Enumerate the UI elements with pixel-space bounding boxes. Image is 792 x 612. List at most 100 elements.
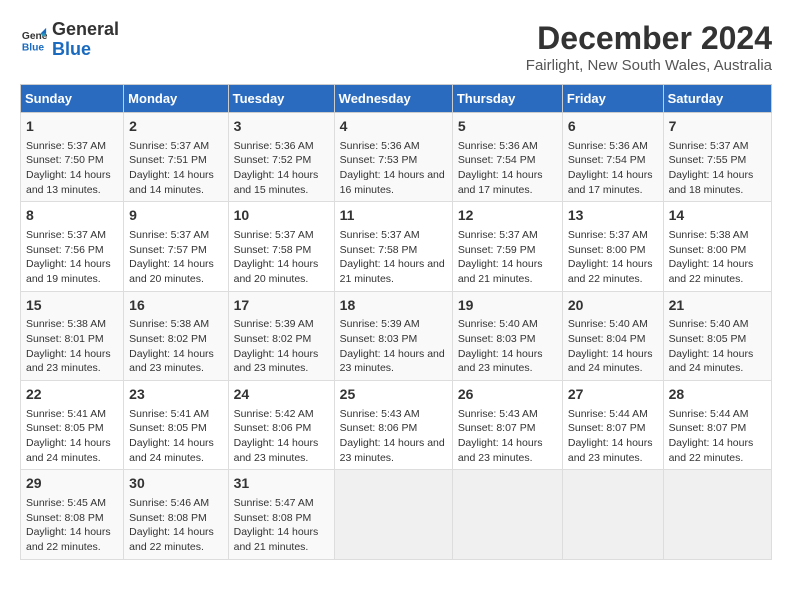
sunrise-info: Sunrise: 5:36 AM xyxy=(340,139,447,154)
sunset-info: Sunset: 8:05 PM xyxy=(26,421,118,436)
sunrise-info: Sunrise: 5:43 AM xyxy=(458,407,557,422)
day-number: 31 xyxy=(234,474,329,494)
daylight-info: Daylight: 14 hours and 24 minutes. xyxy=(669,347,766,376)
table-row xyxy=(562,470,663,559)
table-row: 12Sunrise: 5:37 AMSunset: 7:59 PMDayligh… xyxy=(452,202,562,291)
col-saturday: Saturday xyxy=(663,85,771,113)
sunrise-info: Sunrise: 5:43 AM xyxy=(340,407,447,422)
sunset-info: Sunset: 8:00 PM xyxy=(669,243,766,258)
day-number: 8 xyxy=(26,206,118,226)
day-number: 11 xyxy=(340,206,447,226)
table-row: 27Sunrise: 5:44 AMSunset: 8:07 PMDayligh… xyxy=(562,381,663,470)
table-row: 14Sunrise: 5:38 AMSunset: 8:00 PMDayligh… xyxy=(663,202,771,291)
sunrise-info: Sunrise: 5:41 AM xyxy=(129,407,222,422)
day-number: 16 xyxy=(129,296,222,316)
sunset-info: Sunset: 8:00 PM xyxy=(568,243,658,258)
daylight-info: Daylight: 14 hours and 24 minutes. xyxy=(26,436,118,465)
daylight-info: Daylight: 14 hours and 18 minutes. xyxy=(669,168,766,197)
day-number: 1 xyxy=(26,117,118,137)
calendar-table: Sunday Monday Tuesday Wednesday Thursday… xyxy=(20,84,772,560)
sunrise-info: Sunrise: 5:37 AM xyxy=(669,139,766,154)
sunset-info: Sunset: 7:52 PM xyxy=(234,153,329,168)
daylight-info: Daylight: 14 hours and 22 minutes. xyxy=(129,525,222,554)
sunrise-info: Sunrise: 5:39 AM xyxy=(234,317,329,332)
day-number: 30 xyxy=(129,474,222,494)
daylight-info: Daylight: 14 hours and 23 minutes. xyxy=(458,436,557,465)
day-number: 23 xyxy=(129,385,222,405)
sunset-info: Sunset: 8:03 PM xyxy=(340,332,447,347)
daylight-info: Daylight: 14 hours and 22 minutes. xyxy=(669,436,766,465)
sunset-info: Sunset: 7:54 PM xyxy=(458,153,557,168)
sunrise-info: Sunrise: 5:38 AM xyxy=(669,228,766,243)
table-row: 5Sunrise: 5:36 AMSunset: 7:54 PMDaylight… xyxy=(452,113,562,202)
sunrise-info: Sunrise: 5:44 AM xyxy=(568,407,658,422)
sunrise-info: Sunrise: 5:37 AM xyxy=(129,228,222,243)
day-number: 2 xyxy=(129,117,222,137)
sunrise-info: Sunrise: 5:47 AM xyxy=(234,496,329,511)
col-tuesday: Tuesday xyxy=(228,85,334,113)
logo: General Blue General Blue xyxy=(20,20,119,60)
col-sunday: Sunday xyxy=(21,85,124,113)
calendar-row: 29Sunrise: 5:45 AMSunset: 8:08 PMDayligh… xyxy=(21,470,772,559)
daylight-info: Daylight: 14 hours and 22 minutes. xyxy=(568,257,658,286)
sunrise-info: Sunrise: 5:36 AM xyxy=(234,139,329,154)
sunset-info: Sunset: 8:08 PM xyxy=(26,511,118,526)
day-number: 18 xyxy=(340,296,447,316)
daylight-info: Daylight: 14 hours and 22 minutes. xyxy=(26,525,118,554)
daylight-info: Daylight: 14 hours and 21 minutes. xyxy=(340,257,447,286)
daylight-info: Daylight: 14 hours and 24 minutes. xyxy=(568,347,658,376)
calendar-row: 15Sunrise: 5:38 AMSunset: 8:01 PMDayligh… xyxy=(21,291,772,380)
sunrise-info: Sunrise: 5:46 AM xyxy=(129,496,222,511)
table-row: 6Sunrise: 5:36 AMSunset: 7:54 PMDaylight… xyxy=(562,113,663,202)
table-row: 16Sunrise: 5:38 AMSunset: 8:02 PMDayligh… xyxy=(124,291,228,380)
sunrise-info: Sunrise: 5:40 AM xyxy=(458,317,557,332)
daylight-info: Daylight: 14 hours and 23 minutes. xyxy=(26,347,118,376)
sunset-info: Sunset: 7:55 PM xyxy=(669,153,766,168)
subtitle: Fairlight, New South Wales, Australia xyxy=(526,57,772,74)
calendar-row: 1Sunrise: 5:37 AMSunset: 7:50 PMDaylight… xyxy=(21,113,772,202)
sunrise-info: Sunrise: 5:41 AM xyxy=(26,407,118,422)
col-thursday: Thursday xyxy=(452,85,562,113)
day-number: 26 xyxy=(458,385,557,405)
sunset-info: Sunset: 8:03 PM xyxy=(458,332,557,347)
table-row: 9Sunrise: 5:37 AMSunset: 7:57 PMDaylight… xyxy=(124,202,228,291)
sunset-info: Sunset: 8:05 PM xyxy=(669,332,766,347)
daylight-info: Daylight: 14 hours and 22 minutes. xyxy=(669,257,766,286)
sunset-info: Sunset: 7:50 PM xyxy=(26,153,118,168)
sunrise-info: Sunrise: 5:36 AM xyxy=(458,139,557,154)
title-area: December 2024 Fairlight, New South Wales… xyxy=(526,20,772,74)
sunset-info: Sunset: 8:05 PM xyxy=(129,421,222,436)
table-row xyxy=(452,470,562,559)
day-number: 28 xyxy=(669,385,766,405)
daylight-info: Daylight: 14 hours and 23 minutes. xyxy=(458,347,557,376)
header-row: Sunday Monday Tuesday Wednesday Thursday… xyxy=(21,85,772,113)
sunrise-info: Sunrise: 5:42 AM xyxy=(234,407,329,422)
table-row: 3Sunrise: 5:36 AMSunset: 7:52 PMDaylight… xyxy=(228,113,334,202)
day-number: 7 xyxy=(669,117,766,137)
daylight-info: Daylight: 14 hours and 23 minutes. xyxy=(234,347,329,376)
table-row xyxy=(663,470,771,559)
table-row: 2Sunrise: 5:37 AMSunset: 7:51 PMDaylight… xyxy=(124,113,228,202)
table-row: 31Sunrise: 5:47 AMSunset: 8:08 PMDayligh… xyxy=(228,470,334,559)
table-row: 15Sunrise: 5:38 AMSunset: 8:01 PMDayligh… xyxy=(21,291,124,380)
daylight-info: Daylight: 14 hours and 13 minutes. xyxy=(26,168,118,197)
sunrise-info: Sunrise: 5:37 AM xyxy=(234,228,329,243)
table-row: 28Sunrise: 5:44 AMSunset: 8:07 PMDayligh… xyxy=(663,381,771,470)
sunset-info: Sunset: 8:08 PM xyxy=(234,511,329,526)
table-row: 20Sunrise: 5:40 AMSunset: 8:04 PMDayligh… xyxy=(562,291,663,380)
calendar-row: 22Sunrise: 5:41 AMSunset: 8:05 PMDayligh… xyxy=(21,381,772,470)
table-row: 1Sunrise: 5:37 AMSunset: 7:50 PMDaylight… xyxy=(21,113,124,202)
table-row: 13Sunrise: 5:37 AMSunset: 8:00 PMDayligh… xyxy=(562,202,663,291)
daylight-info: Daylight: 14 hours and 17 minutes. xyxy=(458,168,557,197)
daylight-info: Daylight: 14 hours and 20 minutes. xyxy=(129,257,222,286)
day-number: 13 xyxy=(568,206,658,226)
daylight-info: Daylight: 14 hours and 20 minutes. xyxy=(234,257,329,286)
day-number: 19 xyxy=(458,296,557,316)
sunset-info: Sunset: 8:02 PM xyxy=(234,332,329,347)
sunset-info: Sunset: 8:01 PM xyxy=(26,332,118,347)
table-row: 30Sunrise: 5:46 AMSunset: 8:08 PMDayligh… xyxy=(124,470,228,559)
sunrise-info: Sunrise: 5:37 AM xyxy=(129,139,222,154)
daylight-info: Daylight: 14 hours and 17 minutes. xyxy=(568,168,658,197)
sunset-info: Sunset: 8:02 PM xyxy=(129,332,222,347)
sunset-info: Sunset: 7:56 PM xyxy=(26,243,118,258)
